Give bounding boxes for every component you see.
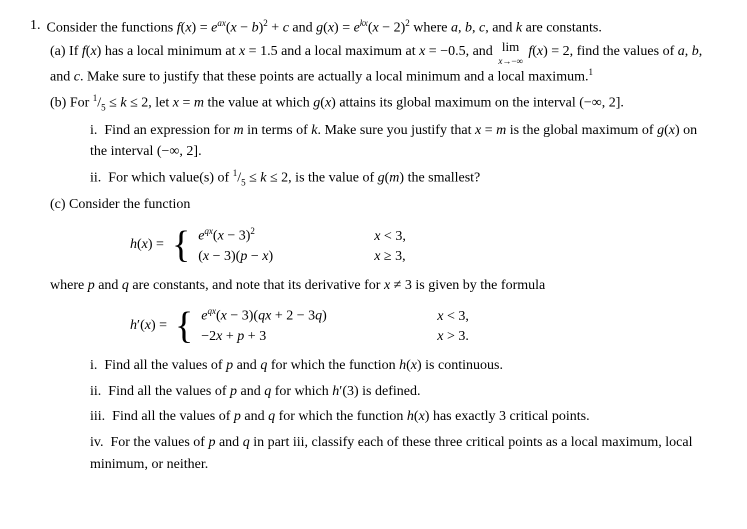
deriv-row-1: eqx(x − 3)(qx + 2 − 3q) x < 3, <box>201 306 469 325</box>
hx-label: h(x) = <box>130 237 164 253</box>
piecewise-row-1: eqx(x − 3)2 x < 3, <box>198 226 406 245</box>
piecewise-hpx: h′(x) = { eqx(x − 3)(qx + 2 − 3q) x < 3,… <box>130 306 717 345</box>
part-c-ii: ii. Find all the values of p and q for w… <box>90 381 717 403</box>
piecewise-hx: h(x) = { eqx(x − 3)2 x < 3, (x − 3)(p − … <box>130 226 717 265</box>
deriv-cases: eqx(x − 3)(qx + 2 − 3q) x < 3, −2x + p +… <box>201 306 469 345</box>
case2-cond: x ≥ 3, <box>374 249 405 265</box>
part-c-iii: iii. Find all the values of p and q for … <box>90 406 717 428</box>
part-b-ii-text: ii. For which value(s) of 1/5 ≤ k ≤ 2, i… <box>90 167 717 190</box>
part-b-i-text: i. Find an expression for m in terms of … <box>90 120 717 163</box>
case1-expr: eqx(x − 3)2 <box>198 226 358 245</box>
part-b-ii: ii. For which value(s) of 1/5 ≤ k ≤ 2, i… <box>90 167 717 190</box>
problem-number-label: 1. <box>30 18 41 37</box>
piecewise-row-2: (x − 3)(p − x) x ≥ 3, <box>198 249 406 265</box>
deriv1-expr: eqx(x − 3)(qx + 2 − 3q) <box>201 306 421 325</box>
part-c-iv: iv. For the values of p and q in part ii… <box>90 432 717 475</box>
part-c: (c) Consider the function h(x) = { eqx(x… <box>50 194 717 475</box>
problem-intro: 1. Consider the functions f(x) = eax(x −… <box>30 18 717 37</box>
deriv1-cond: x < 3, <box>437 309 469 325</box>
case1-cond: x < 3, <box>374 229 406 245</box>
hpx-label: h′(x) = <box>130 318 167 334</box>
part-b-i: i. Find an expression for m in terms of … <box>90 120 717 163</box>
deriv-brace: { <box>175 307 193 345</box>
part-c-i-text: i. Find all the values of p and q for wh… <box>90 355 717 377</box>
part-b-text: (b) For 1/5 ≤ k ≤ 2, let x = m the value… <box>50 92 717 115</box>
problem-1: 1. Consider the functions f(x) = eax(x −… <box>30 18 717 475</box>
where-text: where p and q are constants, and note th… <box>50 275 717 297</box>
part-a: (a) If f(x) has a local minimum at x = 1… <box>50 37 717 88</box>
part-a-text: (a) If f(x) has a local minimum at x = 1… <box>50 37 717 88</box>
deriv2-expr: −2x + p + 3 <box>201 329 421 345</box>
deriv2-cond: x > 3. <box>437 329 469 345</box>
case2-expr: (x − 3)(p − x) <box>198 249 358 265</box>
part-c-iii-text: iii. Find all the values of p and q for … <box>90 406 717 428</box>
piecewise-brace: { <box>172 226 190 264</box>
part-c-ii-text: ii. Find all the values of p and q for w… <box>90 381 717 403</box>
part-b: (b) For 1/5 ≤ k ≤ 2, let x = m the value… <box>50 92 717 190</box>
problem-intro-text: Consider the functions f(x) = eax(x − b)… <box>47 18 602 37</box>
part-c-i: i. Find all the values of p and q for wh… <box>90 355 717 377</box>
piecewise-cases: eqx(x − 3)2 x < 3, (x − 3)(p − x) x ≥ 3, <box>198 226 406 265</box>
part-c-intro: (c) Consider the function <box>50 194 717 216</box>
part-c-iv-text: iv. For the values of p and q in part ii… <box>90 432 717 475</box>
deriv-row-2: −2x + p + 3 x > 3. <box>201 329 469 345</box>
